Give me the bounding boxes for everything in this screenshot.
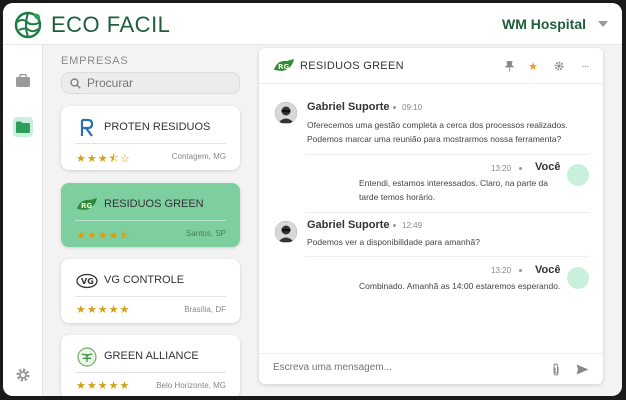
svg-text:VG: VG xyxy=(81,277,94,286)
message-text-line: tarde temos horário. xyxy=(359,192,436,202)
svg-text:RG: RG xyxy=(278,63,289,71)
attachment-icon[interactable] xyxy=(549,362,563,376)
residuos-green-logo-icon: RG xyxy=(75,195,99,215)
company-name: PROTEN RESIDUOS xyxy=(104,121,211,133)
message-time: 13:20 xyxy=(491,266,512,275)
companies-panel: EMPRESAS PROTEN RESIDUOS ★★★⯪☆ Contagem,… xyxy=(51,45,245,396)
message-sender: Gabriel Suporte xyxy=(307,219,390,231)
company-card-green-alliance[interactable]: GREEN ALLIANCE ★★★★★ Belo Horizonte, MG xyxy=(61,335,240,396)
globe-leaf-icon xyxy=(14,11,42,39)
avatar xyxy=(275,221,297,243)
separator-dot xyxy=(519,269,522,272)
message-sender: Você xyxy=(535,264,561,276)
message-text-line: Oferecemos uma gestão completa a cerca d… xyxy=(307,120,568,130)
company-location: Contagem, MG xyxy=(171,152,226,161)
separator-dot xyxy=(519,167,522,170)
separator-dot xyxy=(393,224,396,227)
message-sender: Você xyxy=(535,161,561,173)
message-time: 13:20 xyxy=(491,164,512,173)
search-icon xyxy=(70,77,81,89)
company-card-vg-controle[interactable]: VG VG CONTROLE ★★★★★ Brasília, DF xyxy=(61,259,240,323)
divider xyxy=(75,296,226,297)
company-location: Santos, SP xyxy=(185,229,226,238)
message-text-line: Podemos ver a disponibilidade para amanh… xyxy=(307,237,480,247)
chat-title: RESIDUOS GREEN xyxy=(300,60,404,72)
star-icon[interactable]: ★ xyxy=(526,59,540,73)
gear-icon[interactable] xyxy=(13,365,33,385)
send-icon[interactable] xyxy=(575,362,589,376)
divider xyxy=(75,372,226,373)
company-card-proten[interactable]: PROTEN RESIDUOS ★★★⯪☆ Contagem, MG xyxy=(61,106,240,170)
residuos-green-logo-icon: RG xyxy=(274,59,294,71)
company-card-residuos-green[interactable]: RG RESIDUOS GREEN ★★★★⯪ Santos, SP xyxy=(61,183,240,247)
chat-panel: RG RESIDUOS GREEN ★ ··· Gabriel Suporte … xyxy=(259,48,603,384)
app-window: ECO FACIL WM Hospital EMPRESAS PROTEN RE… xyxy=(3,3,622,396)
message-text-line: Podemos marcar uma reunião para mostrarm… xyxy=(307,134,562,144)
company-name: RESIDUOS GREEN xyxy=(104,198,204,210)
hospital-name: WM Hospital xyxy=(502,16,586,32)
search-box[interactable] xyxy=(61,72,240,94)
chat-header: RG RESIDUOS GREEN ★ ··· xyxy=(259,48,603,84)
message-composer xyxy=(259,353,603,384)
top-bar: ECO FACIL WM Hospital xyxy=(3,3,622,45)
more-options-icon[interactable]: ··· xyxy=(578,59,592,73)
vg-controle-logo-icon: VG xyxy=(75,271,99,291)
message-divider xyxy=(305,212,589,213)
star-rating: ★★★★★ xyxy=(76,380,131,392)
avatar xyxy=(275,102,297,124)
search-input[interactable] xyxy=(87,76,227,90)
settings-icon[interactable] xyxy=(552,59,566,73)
message-time: 12:49 xyxy=(402,221,423,230)
green-alliance-logo-icon xyxy=(75,347,99,367)
company-name: GREEN ALLIANCE xyxy=(104,350,199,362)
separator-dot xyxy=(393,106,396,109)
company-name: VG CONTROLE xyxy=(104,274,185,286)
message-input[interactable] xyxy=(273,362,523,373)
proten-logo-icon xyxy=(75,118,99,138)
star-rating: ★★★⯪☆ xyxy=(76,153,131,165)
company-location: Belo Horizonte, MG xyxy=(156,381,226,390)
star-rating: ★★★★⯪ xyxy=(76,230,131,242)
hospital-selector[interactable]: WM Hospital xyxy=(502,16,608,32)
side-rail xyxy=(3,45,43,396)
message-text-line: Combinado. Amanhã as 14:00 estaremos esp… xyxy=(359,281,561,291)
message-divider xyxy=(305,256,589,257)
svg-text:RG: RG xyxy=(81,202,92,210)
folder-icon[interactable] xyxy=(13,117,33,137)
self-avatar xyxy=(567,267,589,289)
message-divider xyxy=(305,154,589,155)
divider xyxy=(75,220,226,221)
logo[interactable]: ECO FACIL xyxy=(13,10,170,40)
divider xyxy=(75,143,226,144)
message-time: 09:10 xyxy=(402,103,423,112)
self-avatar xyxy=(567,164,589,186)
briefcase-icon[interactable] xyxy=(13,71,33,91)
brand-name: ECO FACIL xyxy=(51,12,171,37)
message-text-line: Entendi, estamos interessados. Claro, na… xyxy=(359,178,548,188)
chevron-down-icon xyxy=(598,21,608,27)
message-sender: Gabriel Suporte xyxy=(307,101,390,113)
pin-icon[interactable] xyxy=(502,59,516,73)
star-rating: ★★★★★ xyxy=(76,304,131,316)
company-location: Brasília, DF xyxy=(184,305,226,314)
section-title: EMPRESAS xyxy=(61,55,129,67)
